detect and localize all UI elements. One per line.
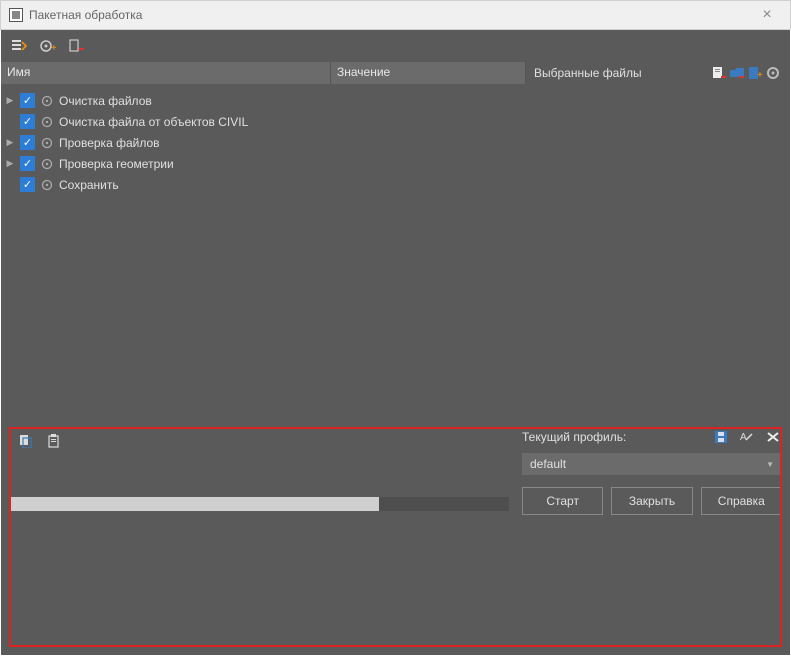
titlebar: Пакетная обработка × [0, 0, 791, 30]
tree-label: Очистка файла от объектов CIVIL [59, 115, 248, 129]
col-header-value[interactable]: Значение [331, 62, 526, 84]
gear-add-icon[interactable]: + [39, 38, 57, 54]
gear-icon[interactable] [40, 115, 54, 129]
tree-row[interactable]: ▶ ✓ Очистка файла от объектов CIVIL [5, 111, 522, 132]
tree-label: Сохранить [59, 178, 119, 192]
col-header-name[interactable]: Имя [1, 62, 331, 84]
app-icon [9, 8, 23, 22]
checkbox[interactable]: ✓ [20, 93, 35, 108]
window-title: Пакетная обработка [29, 8, 142, 22]
checkbox[interactable]: ✓ [20, 177, 35, 192]
tree-label: Очистка файлов [59, 94, 152, 108]
selected-files-label: Выбранные файлы [534, 66, 642, 80]
doc-list-icon[interactable] [710, 65, 728, 81]
svg-text:+: + [51, 43, 56, 53]
clipboard-icon[interactable] [45, 433, 63, 449]
tree-row[interactable]: ▶ ✓ Проверка файлов [5, 132, 522, 153]
folder-open-icon[interactable] [728, 65, 746, 81]
tree-label: Проверка файлов [59, 136, 160, 150]
column-headers: Имя Значение Выбранные файлы + [1, 62, 790, 84]
tree-row[interactable]: ▶ ✓ Сохранить [5, 174, 522, 195]
checkbox[interactable]: ✓ [20, 156, 35, 171]
app-body: + Имя Значение Выбранные файлы + [1, 30, 790, 655]
file-add-icon[interactable]: + [746, 65, 764, 81]
main-toolbar: + [1, 30, 790, 62]
doc-remove-icon[interactable] [67, 38, 85, 54]
log-toolbar [11, 429, 780, 453]
expander-icon: ▶ [5, 179, 15, 190]
task-tree: ▶ ✓ Очистка файлов ▶ ✓ Очистка файла от … [1, 84, 526, 384]
gear-icon[interactable] [40, 178, 54, 192]
expander-icon[interactable]: ▶ [5, 158, 15, 169]
close-icon[interactable]: × [752, 6, 782, 24]
settings-gear-icon[interactable] [764, 65, 782, 81]
tree-label: Проверка геометрии [59, 157, 174, 171]
gear-icon[interactable] [40, 157, 54, 171]
tree-row[interactable]: ▶ ✓ Проверка геометрии [5, 153, 522, 174]
copy-log-icon[interactable] [17, 433, 35, 449]
svg-text:+: + [757, 70, 763, 80]
gear-icon[interactable] [40, 94, 54, 108]
gear-icon[interactable] [40, 136, 54, 150]
expander-icon[interactable]: ▶ [5, 95, 15, 106]
right-panel-header: Выбранные файлы + [526, 62, 790, 84]
checkbox[interactable]: ✓ [20, 135, 35, 150]
list-edit-icon[interactable] [11, 38, 29, 54]
expander-icon: ▶ [5, 116, 15, 127]
log-panel [9, 427, 782, 647]
checkbox[interactable]: ✓ [20, 114, 35, 129]
expander-icon[interactable]: ▶ [5, 137, 15, 148]
tree-row[interactable]: ▶ ✓ Очистка файлов [5, 90, 522, 111]
